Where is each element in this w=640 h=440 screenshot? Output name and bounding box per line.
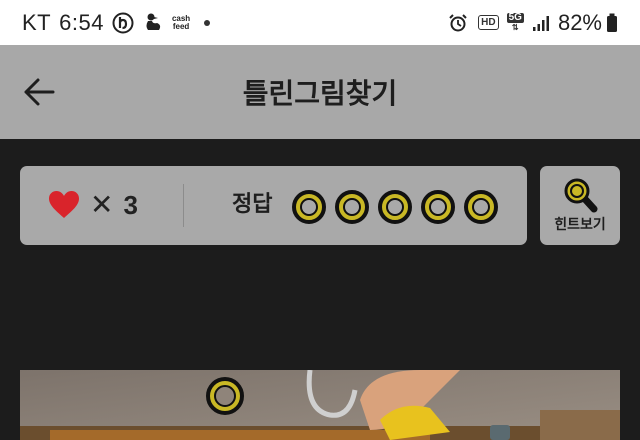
answer-slot-4 [421,190,455,224]
alarm-icon [448,13,468,33]
lives-count: 3 [123,190,138,220]
puzzle-photo [20,370,620,440]
page-title: 틀린그림찾기 [242,77,398,110]
notification-dot [204,19,211,26]
data-arrows-icon: ⇅ [511,22,519,32]
clock-time: 6:54 [59,9,104,35]
battery-percent: 82% [557,9,602,35]
app-header: 틀린그림찾기 [0,45,640,139]
carrier-label: KT [22,9,52,35]
battery-icon [606,13,618,33]
multiply-icon: ✕ [90,188,114,221]
hd-voice-icon: HD [478,15,499,30]
found-marker[interactable] [206,377,244,415]
lives-counter: ✕ 3 [48,188,138,222]
status-bar-right: HD 5G ⇅ 82% [440,10,618,36]
answer-slot-3 [378,190,412,224]
hint-button[interactable]: 힌트보기 [540,166,620,245]
answer-slot-5 [464,190,498,224]
status-bar-left: KT 6:54 cash feed [22,9,211,36]
puzzle-image[interactable] [20,370,620,440]
heart-icon [49,191,79,218]
status-bar: KT 6:54 cash feed HD 5G ⇅ 82% [0,0,640,45]
magnifier-icon [564,178,598,213]
b-app-icon [112,12,134,34]
cashfeed-icon: cash feed [172,14,190,31]
signal-icon [532,14,550,32]
answer-label: 정답 [232,192,273,217]
score-panel: ✕ 3 정답 [20,166,527,245]
answer-slot-1 [292,190,326,224]
back-button[interactable] [22,75,58,109]
back-arrow-icon [24,78,55,106]
panel-divider [183,184,184,227]
hint-label: 힌트보기 [554,217,606,233]
network-type-label: 5G [506,11,524,23]
duck-app-icon [142,12,164,34]
cashfeed-line2: feed [172,21,190,31]
answer-slot-2 [335,190,369,224]
5g-icon: 5G ⇅ [506,11,524,33]
answer-slots [292,190,507,224]
